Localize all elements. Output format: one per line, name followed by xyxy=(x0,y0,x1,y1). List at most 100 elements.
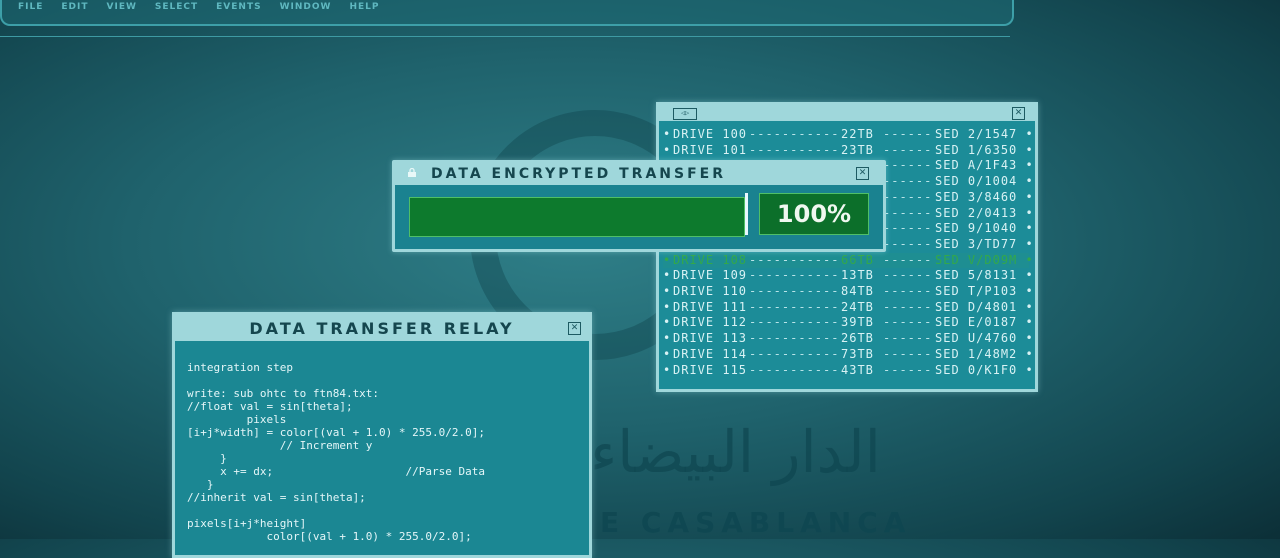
drive-sed-cell: SED V/D09M • xyxy=(935,252,1034,267)
drive-row[interactable]: • DRIVE 109 ----------- 13TB ------ SED 5/813… xyxy=(663,268,1033,283)
code-line: //inherit val = sin[theta]; xyxy=(187,491,366,504)
menu-items: FILE EDIT VIEW SELECT EVENTS WINDOW HELP xyxy=(2,0,1012,20)
nav-arrows-icon[interactable]: ◁▷ xyxy=(673,108,697,120)
drive-row[interactable]: • DRIVE 100 ----------- 22TB ------ SED 2/154… xyxy=(663,127,1033,142)
drive-name: DRIVE 114 xyxy=(673,346,748,361)
drive-name-cell: • DRIVE 109 xyxy=(663,268,747,282)
leader-dashes: ----------- xyxy=(749,315,840,330)
leader-dashes: ----------- xyxy=(749,252,840,267)
drive-name: DRIVE 109 xyxy=(673,268,748,283)
drive-code: 3/TD77 xyxy=(967,236,1018,251)
bullet-icon: • xyxy=(663,299,672,314)
drive-sed-cell: SED 3/8460 • xyxy=(935,189,1034,204)
drive-sed-cell: SED U/4760 • xyxy=(935,331,1034,346)
menu-item-events[interactable]: EVENTS xyxy=(216,2,261,12)
drive-code: A/1F43 xyxy=(967,158,1018,173)
drive-row[interactable]: • DRIVE 113 ----------- 26TB ------ SED U/476… xyxy=(663,331,1033,346)
drive-sed-cell: SED 1/6350 • xyxy=(935,142,1034,157)
leader-dashes: ------ xyxy=(883,174,933,189)
progress-percent: 100% xyxy=(776,200,852,228)
menu-item-select[interactable]: SELECT xyxy=(155,2,198,12)
drive-sed: SED xyxy=(935,127,960,141)
code-line: } xyxy=(187,478,214,491)
leader-dashes: ------ xyxy=(883,236,933,251)
code-line: color[(val + 1.0) * 255.0/2.0]; xyxy=(187,530,472,543)
close-icon[interactable]: ✕ xyxy=(1012,107,1025,120)
drive-row[interactable]: • DRIVE 101 ----------- 23TB ------ SED 1/635… xyxy=(663,142,1033,158)
leader-dashes: ----------- xyxy=(749,331,840,346)
drive-sed-cell: SED D/4801 • xyxy=(935,299,1034,314)
leader-dashes: ----------- xyxy=(749,268,840,283)
drive-code: 9/1040 xyxy=(967,221,1018,236)
drive-row[interactable]: • DRIVE 111 ----------- 24TB ------ SED D/480… xyxy=(663,300,1033,315)
drive-sed: SED xyxy=(935,252,960,267)
progress-fill xyxy=(410,198,744,236)
leader-dashes: ------ xyxy=(883,268,933,283)
drive-row[interactable]: • DRIVE 112 ----------- 39TB ------ SED E/018… xyxy=(663,315,1033,330)
drive-code: 5/8131 xyxy=(967,268,1018,283)
divider xyxy=(0,36,1010,37)
leader-dashes: ------ xyxy=(883,362,933,377)
drive-sed: SED xyxy=(935,221,960,236)
drive-size: 13TB xyxy=(841,268,874,283)
drive-row[interactable]: • DRIVE 108 ----------- 66TB ------ SED V/D09… xyxy=(663,252,1033,268)
menu-item-file[interactable]: FILE xyxy=(18,2,43,12)
code-line: write: sub ohtc to ftn84.txt: xyxy=(187,387,380,400)
drive-name: DRIVE 111 xyxy=(673,299,748,314)
drive-code: T/P103 xyxy=(967,284,1018,298)
drive-name-cell: • DRIVE 111 xyxy=(663,300,747,314)
data-transfer-relay-window[interactable]: DATA TRANSFER RELAY ✕ integration step wr… xyxy=(172,312,592,558)
leader-dashes: ------ xyxy=(883,284,933,298)
drive-name-cell: • DRIVE 108 xyxy=(663,253,747,267)
drive-sed-cell: SED 2/0413 • xyxy=(935,205,1034,220)
drive-size: 43TB xyxy=(841,362,874,377)
drive-sed: SED xyxy=(935,346,960,361)
drive-code: D/4801 xyxy=(967,299,1018,314)
drives-titlebar[interactable]: ◁▷ ✕ xyxy=(659,105,1035,121)
drive-name: DRIVE 101 xyxy=(673,142,748,157)
leader-dashes: ------ xyxy=(883,252,933,267)
lock-icon xyxy=(408,168,416,177)
progress-bar xyxy=(409,197,745,237)
leader-dashes: ----------- xyxy=(749,362,840,377)
relay-titlebar[interactable]: DATA TRANSFER RELAY ✕ xyxy=(175,315,589,341)
code-line: pixels[i+j*height] xyxy=(187,517,307,530)
drive-row[interactable]: • DRIVE 110 ----------- 84TB ------ SED T/P10… xyxy=(663,284,1033,299)
drive-sed-cell: SED 0/K1F0 • xyxy=(935,362,1034,377)
drive-sed-cell: SED 1/48M2 • xyxy=(935,346,1034,361)
menu-item-help[interactable]: HELP xyxy=(349,2,379,12)
drive-row[interactable]: • DRIVE 114 ----------- 73TB ------ SED 1/48M… xyxy=(663,346,1033,362)
close-icon[interactable]: ✕ xyxy=(568,322,581,335)
encrypt-titlebar[interactable]: DATA ENCRYPTED TRANSFER ✕ xyxy=(395,163,883,185)
drive-name: DRIVE 100 xyxy=(673,127,748,141)
code-line: } xyxy=(187,452,227,465)
drive-name-cell: • DRIVE 100 xyxy=(663,127,747,141)
drive-code: 2/1547 xyxy=(967,127,1018,141)
code-line: // Increment y xyxy=(187,439,373,452)
drive-size: 66TB xyxy=(841,252,874,267)
watermark-latin: E CASABLANCA xyxy=(600,506,912,539)
drive-size: 22TB xyxy=(841,127,874,141)
drive-code: 0/1004 xyxy=(967,174,1018,189)
menu-item-edit[interactable]: EDIT xyxy=(61,2,88,12)
leader-dashes: ------ xyxy=(883,221,933,236)
leader-dashes: ------ xyxy=(883,142,933,157)
drive-code: U/4760 xyxy=(967,331,1018,346)
drive-sed: SED xyxy=(935,236,960,251)
drive-sed: SED xyxy=(935,142,960,157)
drive-sed: SED xyxy=(935,268,960,283)
drive-name-cell: • DRIVE 112 xyxy=(663,315,747,329)
drive-name: DRIVE 108 xyxy=(673,252,748,267)
drive-name: DRIVE 110 xyxy=(673,284,748,298)
drive-size: 23TB xyxy=(841,142,874,157)
close-icon[interactable]: ✕ xyxy=(856,167,869,180)
menu-item-view[interactable]: VIEW xyxy=(107,2,137,12)
leader-dashes: ----------- xyxy=(749,284,840,298)
bullet-icon: • xyxy=(663,142,672,157)
drive-sed-cell: SED 5/8131 • xyxy=(935,268,1034,283)
encrypted-transfer-window[interactable]: DATA ENCRYPTED TRANSFER ✕ 100% xyxy=(392,160,886,252)
menu-item-window[interactable]: WINDOW xyxy=(280,2,332,12)
drive-row[interactable]: • DRIVE 115 ----------- 43TB ------ SED 0/K1F… xyxy=(663,362,1033,378)
bullet-icon: • xyxy=(663,127,672,141)
leader-dashes: ------ xyxy=(883,346,933,361)
